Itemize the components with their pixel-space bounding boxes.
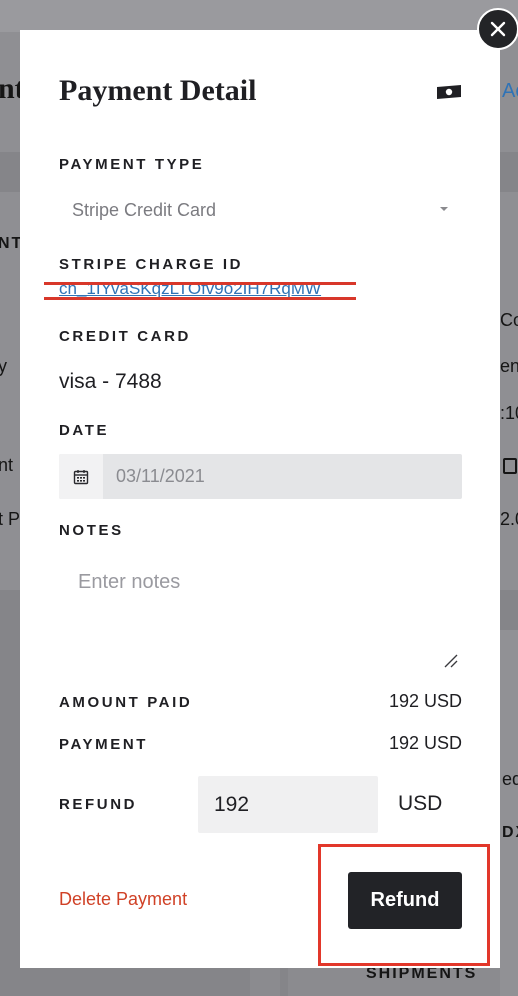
background-button (250, 968, 280, 996)
modal-title: Payment Detail (59, 74, 257, 107)
credit-card-label: CREDIT CARD (59, 328, 191, 345)
background-right-fragment: eni (500, 356, 518, 376)
cash-icon (437, 85, 461, 99)
payment-type-value: Stripe Credit Card (72, 199, 217, 220)
background-right-fragment: DX (502, 824, 518, 841)
background-left-fragment: nt (0, 455, 14, 475)
background-right-fragment: :10 (500, 403, 518, 423)
redaction-line (44, 282, 356, 285)
refund-currency: USD (398, 792, 443, 815)
refund-button[interactable]: Refund (348, 872, 462, 929)
redaction-line (44, 297, 356, 300)
close-icon (490, 21, 506, 37)
delete-payment-link[interactable]: Delete Payment (59, 889, 187, 910)
date-field[interactable]: 03/11/2021 (59, 454, 462, 499)
background-right-fragment: 2.0 (500, 509, 518, 529)
background-left-fragment: y (0, 356, 7, 376)
calendar-button[interactable] (59, 454, 103, 499)
payment-label: PAYMENT (59, 736, 149, 753)
refund-amount-input[interactable]: 192 (198, 776, 378, 833)
background-right-fragment: ed (502, 769, 518, 789)
close-button[interactable] (477, 8, 518, 50)
stripe-charge-label: STRIPE CHARGE ID (59, 256, 244, 273)
payment-type-label: PAYMENT TYPE (59, 156, 205, 173)
background-calendar-icon (503, 458, 517, 474)
background-left-fragment: t P (0, 509, 21, 529)
payment-type-select[interactable]: Stripe Credit Card (59, 190, 462, 230)
background-link-fragment[interactable]: Ac (502, 80, 518, 103)
amount-paid-value: 192 USD (388, 691, 462, 711)
background-right-fragment: Co (500, 310, 518, 330)
notes-label: NOTES (59, 522, 124, 539)
notes-textarea[interactable]: Enter notes (59, 556, 462, 670)
date-label: DATE (59, 422, 110, 439)
payment-detail-modal: Payment Detail PAYMENT TYPE Stripe Credi… (20, 30, 500, 968)
payment-value: 192 USD (388, 733, 462, 753)
chevron-down-icon (440, 207, 448, 211)
credit-card-value: visa - 7488 (59, 370, 162, 393)
date-value: 03/11/2021 (116, 466, 205, 486)
calendar-icon (73, 469, 89, 484)
amount-paid-label: AMOUNT PAID (59, 694, 193, 711)
resize-handle-icon[interactable] (443, 653, 459, 669)
refund-label: REFUND (59, 796, 138, 813)
